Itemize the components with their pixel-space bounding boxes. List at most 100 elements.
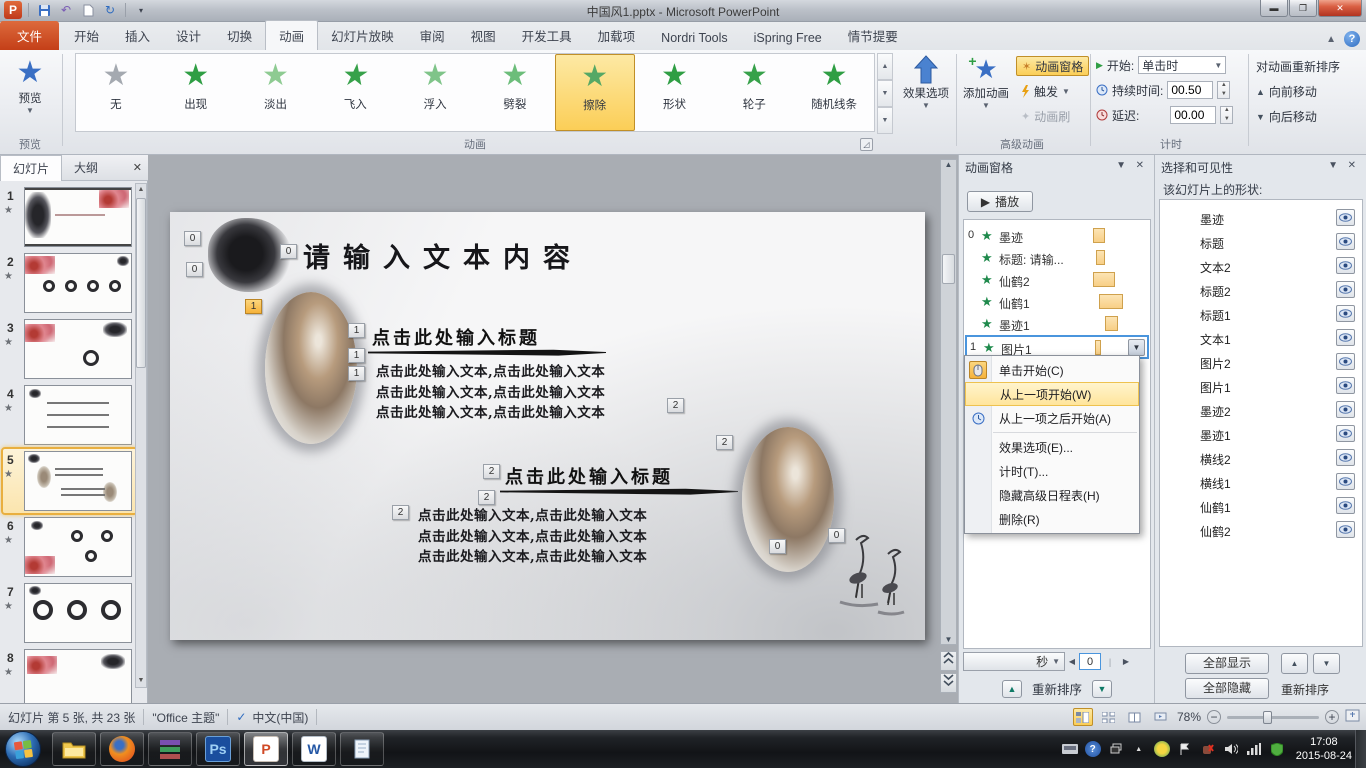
slide-thumbnail-6[interactable] bbox=[24, 517, 132, 577]
tab-design[interactable]: 设计 bbox=[163, 21, 214, 50]
gallery-more-button[interactable]: ▼ bbox=[877, 107, 893, 134]
shape-row[interactable]: 仙鹤1 bbox=[1160, 494, 1362, 518]
shape-row[interactable]: 墨迹2 bbox=[1160, 398, 1362, 422]
scroll-down-icon[interactable]: ▼ bbox=[941, 635, 956, 644]
language-indicator[interactable]: 中文(中国) bbox=[252, 709, 308, 726]
notepad-taskbar-button[interactable] bbox=[340, 732, 384, 766]
tab-nordri-tools[interactable]: Nordri Tools bbox=[648, 26, 740, 50]
tab-home[interactable]: 开始 bbox=[61, 21, 112, 50]
timeline-bar[interactable] bbox=[1093, 272, 1115, 287]
delay-stepper[interactable]: ▲▼ bbox=[1220, 106, 1233, 124]
winrar-taskbar-button[interactable] bbox=[148, 732, 192, 766]
keyboard-tray-icon[interactable] bbox=[1062, 741, 1078, 757]
photoshop-taskbar-button[interactable]: Ps bbox=[196, 732, 240, 766]
slide-thumbnail-8[interactable] bbox=[24, 649, 132, 709]
eye-icon[interactable] bbox=[1336, 401, 1355, 418]
eye-icon[interactable] bbox=[1336, 329, 1355, 346]
delay-input[interactable] bbox=[1170, 106, 1216, 124]
powerpoint-taskbar-button[interactable]: P bbox=[244, 732, 288, 766]
eye-icon[interactable] bbox=[1336, 233, 1355, 250]
eye-icon[interactable] bbox=[1336, 497, 1355, 514]
antivirus-tray-icon[interactable] bbox=[1154, 741, 1170, 757]
animation-effect-wheel[interactable]: ★ 轮子 bbox=[714, 54, 794, 131]
eye-icon[interactable] bbox=[1336, 209, 1355, 226]
close-icon[interactable]: ✕ bbox=[133, 161, 142, 174]
gallery-scroll-up-button[interactable]: ▲ bbox=[877, 53, 893, 80]
shape-row[interactable]: 横线1 bbox=[1160, 470, 1362, 494]
animation-item-inkblot1[interactable]: ★ 墨迹1 bbox=[965, 313, 1149, 335]
animation-badge[interactable]: 1 bbox=[348, 323, 365, 338]
show-desktop-button[interactable] bbox=[1355, 730, 1366, 768]
animation-pane-button[interactable]: ✶ 动画窗格 bbox=[1016, 56, 1089, 76]
volume-tray-icon[interactable] bbox=[1223, 741, 1239, 757]
eye-icon[interactable] bbox=[1336, 473, 1355, 490]
network-signal-tray-icon[interactable] bbox=[1246, 741, 1262, 757]
dialog-launcher-icon[interactable]: ◿ bbox=[860, 138, 873, 151]
eye-icon[interactable] bbox=[1336, 521, 1355, 538]
slide-canvas[interactable]: 请输入文本内容 点击此处输入标题 点击此处输入文本,点击此处输入文本 点击此处输… bbox=[170, 212, 925, 640]
eye-icon[interactable] bbox=[1336, 353, 1355, 370]
add-animation-button[interactable]: ★ + 添加动画 ▼ bbox=[960, 55, 1012, 110]
animation-badge-selected[interactable]: 1 bbox=[245, 299, 262, 314]
timeline-bar[interactable] bbox=[1095, 340, 1101, 355]
animation-effect-fly-in[interactable]: ★ 飞入 bbox=[315, 54, 395, 131]
animation-badge[interactable]: 2 bbox=[716, 435, 733, 450]
pane-menu-icon[interactable]: ▼ bbox=[1328, 160, 1338, 171]
zoom-in-icon[interactable]: + bbox=[1325, 710, 1339, 724]
menu-item-timing[interactable]: 计时(T)... bbox=[965, 459, 1139, 483]
menu-item-start-after-previous[interactable]: 从上一项之后开始(A) bbox=[965, 406, 1139, 430]
spellcheck-icon[interactable]: ✓ bbox=[236, 710, 246, 724]
eye-icon[interactable] bbox=[1336, 257, 1355, 274]
reorder-up-button[interactable]: ▲ bbox=[1002, 680, 1022, 698]
move-later-button[interactable]: ▼ 向后移动 bbox=[1256, 108, 1317, 125]
firefox-taskbar-button[interactable] bbox=[100, 732, 144, 766]
animation-effect-wipe[interactable]: ★ 擦除 bbox=[555, 54, 635, 131]
slide-thumbnail-2[interactable] bbox=[24, 253, 132, 313]
menu-item-effect-options[interactable]: 效果选项(E)... bbox=[965, 435, 1139, 459]
animation-item-inkblot[interactable]: 0 ★ 墨迹 bbox=[965, 225, 1149, 247]
zoom-slider-handle[interactable] bbox=[1263, 711, 1272, 724]
body-text-placeholder[interactable]: 点击此处输入文本,点击此处输入文本 点击此处输入文本,点击此处输入文本 点击此处… bbox=[418, 506, 647, 568]
theme-name[interactable]: "Office 主题" bbox=[152, 709, 219, 726]
section-title-placeholder[interactable]: 点击此处输入标题 bbox=[505, 463, 673, 489]
animation-effect-appear[interactable]: ★ 出现 bbox=[156, 54, 236, 131]
slide-thumbnail-3[interactable] bbox=[24, 319, 132, 379]
explorer-taskbar-button[interactable] bbox=[52, 732, 96, 766]
clock[interactable]: 17:08 2015-08-24 bbox=[1296, 735, 1352, 763]
eye-icon[interactable] bbox=[1336, 377, 1355, 394]
shape-row[interactable]: 墨迹1 bbox=[1160, 422, 1362, 446]
shape-row[interactable]: 仙鹤2 bbox=[1160, 518, 1362, 542]
play-button[interactable]: ▶ 播放 bbox=[967, 191, 1033, 212]
move-earlier-button[interactable]: ▲ 向前移动 bbox=[1256, 83, 1317, 100]
cranes-graphic[interactable] bbox=[818, 532, 908, 627]
shape-row[interactable]: 标题1 bbox=[1160, 302, 1362, 326]
shape-row[interactable]: 标题 bbox=[1160, 230, 1362, 254]
tab-file[interactable]: 文件 bbox=[0, 21, 59, 50]
duration-stepper[interactable]: ▲▼ bbox=[1217, 81, 1230, 99]
next-slide-button[interactable] bbox=[940, 673, 957, 693]
animation-badge[interactable]: 2 bbox=[478, 490, 495, 505]
timeline-bar[interactable] bbox=[1105, 316, 1118, 331]
eye-icon[interactable] bbox=[1336, 305, 1355, 322]
timeline-bar[interactable] bbox=[1096, 250, 1105, 265]
hide-all-button[interactable]: 全部隐藏 bbox=[1185, 678, 1269, 699]
show-hidden-icons-button[interactable]: ▲ bbox=[1131, 741, 1147, 757]
tab-view[interactable]: 视图 bbox=[458, 21, 509, 50]
animation-item-crane2[interactable]: ★ 仙鹤2 bbox=[965, 269, 1149, 291]
scroll-up-icon[interactable]: ▲ bbox=[941, 160, 956, 169]
start-dropdown[interactable]: 单击时 ▼ bbox=[1138, 56, 1226, 74]
previous-slide-button[interactable] bbox=[940, 651, 957, 671]
start-button[interactable] bbox=[5, 731, 41, 767]
zoom-out-icon[interactable]: − bbox=[1207, 710, 1221, 724]
slide-sorter-view-button[interactable] bbox=[1099, 708, 1119, 726]
duration-input[interactable] bbox=[1167, 81, 1213, 99]
animation-badge[interactable]: 2 bbox=[667, 398, 684, 413]
timeline-bar[interactable] bbox=[1093, 228, 1105, 243]
shape-row[interactable]: 图片2 bbox=[1160, 350, 1362, 374]
zoom-slider[interactable] bbox=[1227, 716, 1319, 719]
animation-effect-none[interactable]: ★ 无 bbox=[76, 54, 156, 131]
scroll-up-icon[interactable]: ▲ bbox=[136, 184, 146, 196]
tab-outline[interactable]: 大纲 bbox=[62, 155, 110, 180]
slide-title-placeholder[interactable]: 请输入文本内容 bbox=[303, 236, 583, 275]
slide-thumbnail-7[interactable] bbox=[24, 583, 132, 643]
